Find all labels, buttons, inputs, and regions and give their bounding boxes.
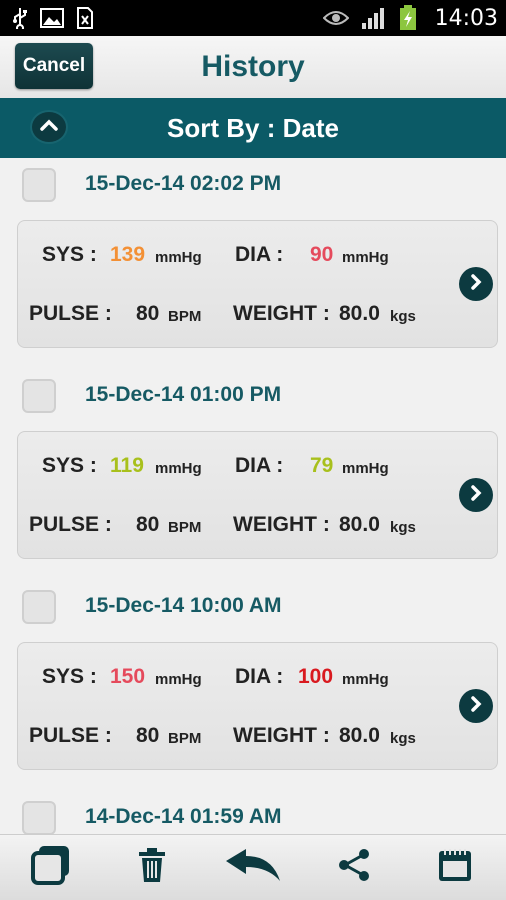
reading-card[interactable]: SYS : 119 mmHg DIA : 79 mmHg PULSE : 80 … bbox=[17, 431, 498, 559]
weight-label: WEIGHT : bbox=[233, 302, 330, 325]
entry-detail-button[interactable] bbox=[459, 267, 493, 301]
entry-checkbox[interactable] bbox=[22, 590, 56, 624]
sys-unit: mmHg bbox=[155, 671, 202, 688]
select-all-button[interactable] bbox=[21, 838, 81, 898]
back-icon bbox=[224, 847, 282, 888]
weight-value: 80.0 bbox=[339, 724, 380, 747]
share-icon bbox=[337, 848, 371, 887]
pulse-label: PULSE : bbox=[29, 513, 112, 536]
history-entry: 14-Dec-14 01:59 AM bbox=[0, 791, 506, 834]
sort-toggle-button[interactable] bbox=[30, 110, 68, 144]
entry-date: 15-Dec-14 01:00 PM bbox=[85, 383, 282, 406]
history-entry: 15-Dec-14 10:00 AM SYS : 150 mmHg DIA : … bbox=[0, 580, 506, 770]
entry-checkbox[interactable] bbox=[22, 168, 56, 202]
pulse-unit: BPM bbox=[168, 730, 202, 747]
dia-value: 79 bbox=[310, 454, 334, 477]
dia-label: DIA : bbox=[235, 243, 284, 266]
chevron-right-icon bbox=[469, 273, 483, 296]
dia-value: 90 bbox=[310, 243, 334, 266]
weight-value: 80.0 bbox=[339, 513, 380, 536]
weight-label: WEIGHT : bbox=[233, 513, 330, 536]
weight-unit: kgs bbox=[390, 730, 416, 747]
pulse-value: 80 bbox=[136, 302, 160, 325]
sys-label: SYS : bbox=[42, 243, 97, 266]
sys-value: 139 bbox=[110, 243, 146, 266]
chevron-right-icon bbox=[469, 695, 483, 718]
weight-unit: kgs bbox=[390, 308, 416, 325]
reading-card[interactable]: SYS : 150 mmHg DIA : 100 mmHg PULSE : 80… bbox=[17, 642, 498, 770]
sys-unit: mmHg bbox=[155, 249, 202, 266]
weight-value: 80.0 bbox=[339, 302, 380, 325]
entry-detail-button[interactable] bbox=[459, 478, 493, 512]
status-bar: 14:03 bbox=[0, 0, 506, 36]
share-button[interactable] bbox=[324, 838, 384, 898]
usb-icon bbox=[12, 7, 28, 29]
entry-header: 14-Dec-14 01:59 AM bbox=[0, 791, 506, 834]
dia-unit: mmHg bbox=[342, 460, 389, 477]
sort-label: Sort By : Date bbox=[167, 112, 339, 143]
chevron-up-icon bbox=[39, 118, 59, 137]
bottom-toolbar bbox=[0, 834, 506, 900]
pulse-unit: BPM bbox=[168, 519, 202, 536]
status-right: 14:03 bbox=[322, 5, 498, 31]
dia-unit: mmHg bbox=[342, 249, 389, 266]
chevron-right-icon bbox=[469, 484, 483, 507]
calendar-button[interactable] bbox=[425, 838, 485, 898]
entry-header: 15-Dec-14 02:02 PM bbox=[0, 158, 506, 214]
weight-unit: kgs bbox=[390, 519, 416, 536]
history-entry: 15-Dec-14 01:00 PM SYS : 119 mmHg DIA : … bbox=[0, 369, 506, 559]
delete-icon bbox=[137, 847, 167, 888]
dia-label: DIA : bbox=[235, 665, 284, 688]
history-list[interactable]: 15-Dec-14 02:02 PM SYS : 139 mmHg DIA : … bbox=[0, 158, 506, 834]
entry-date: 15-Dec-14 10:00 AM bbox=[85, 594, 282, 617]
entry-detail-button[interactable] bbox=[459, 689, 493, 723]
pulse-unit: BPM bbox=[168, 308, 202, 325]
status-left bbox=[12, 7, 94, 29]
sys-value: 150 bbox=[110, 665, 146, 688]
weight-label: WEIGHT : bbox=[233, 724, 330, 747]
dia-label: DIA : bbox=[235, 454, 284, 477]
entry-checkbox[interactable] bbox=[22, 801, 56, 834]
dia-unit: mmHg bbox=[342, 671, 389, 688]
entry-checkbox[interactable] bbox=[22, 379, 56, 413]
sort-bar[interactable]: Sort By : Date bbox=[0, 98, 506, 158]
header-bar: Cancel History bbox=[0, 36, 506, 98]
eye-icon bbox=[322, 10, 349, 26]
signal-icon bbox=[361, 6, 387, 30]
sim-icon bbox=[76, 7, 94, 29]
history-entry: 15-Dec-14 02:02 PM SYS : 139 mmHg DIA : … bbox=[0, 158, 506, 348]
entry-header: 15-Dec-14 01:00 PM bbox=[0, 369, 506, 425]
entry-date: 15-Dec-14 02:02 PM bbox=[85, 172, 282, 195]
select-all-icon bbox=[30, 844, 72, 891]
battery-charging-icon bbox=[399, 5, 417, 31]
entry-date: 14-Dec-14 01:59 AM bbox=[85, 805, 282, 828]
sys-unit: mmHg bbox=[155, 460, 202, 477]
sys-value: 119 bbox=[110, 454, 144, 477]
pulse-label: PULSE : bbox=[29, 302, 112, 325]
pulse-value: 80 bbox=[136, 513, 160, 536]
reading-card[interactable]: SYS : 139 mmHg DIA : 90 mmHg PULSE : 80 … bbox=[17, 220, 498, 348]
dia-value: 100 bbox=[298, 665, 334, 688]
image-icon bbox=[40, 8, 64, 28]
cancel-button[interactable]: Cancel bbox=[15, 43, 93, 89]
entry-header: 15-Dec-14 10:00 AM bbox=[0, 580, 506, 636]
pulse-label: PULSE : bbox=[29, 724, 112, 747]
page-title: History bbox=[201, 50, 305, 83]
sys-label: SYS : bbox=[42, 665, 97, 688]
sys-label: SYS : bbox=[42, 454, 97, 477]
status-time: 14:03 bbox=[434, 5, 498, 31]
pulse-value: 80 bbox=[136, 724, 160, 747]
back-button[interactable] bbox=[223, 838, 283, 898]
delete-button[interactable] bbox=[122, 838, 182, 898]
calendar-icon bbox=[437, 847, 473, 888]
